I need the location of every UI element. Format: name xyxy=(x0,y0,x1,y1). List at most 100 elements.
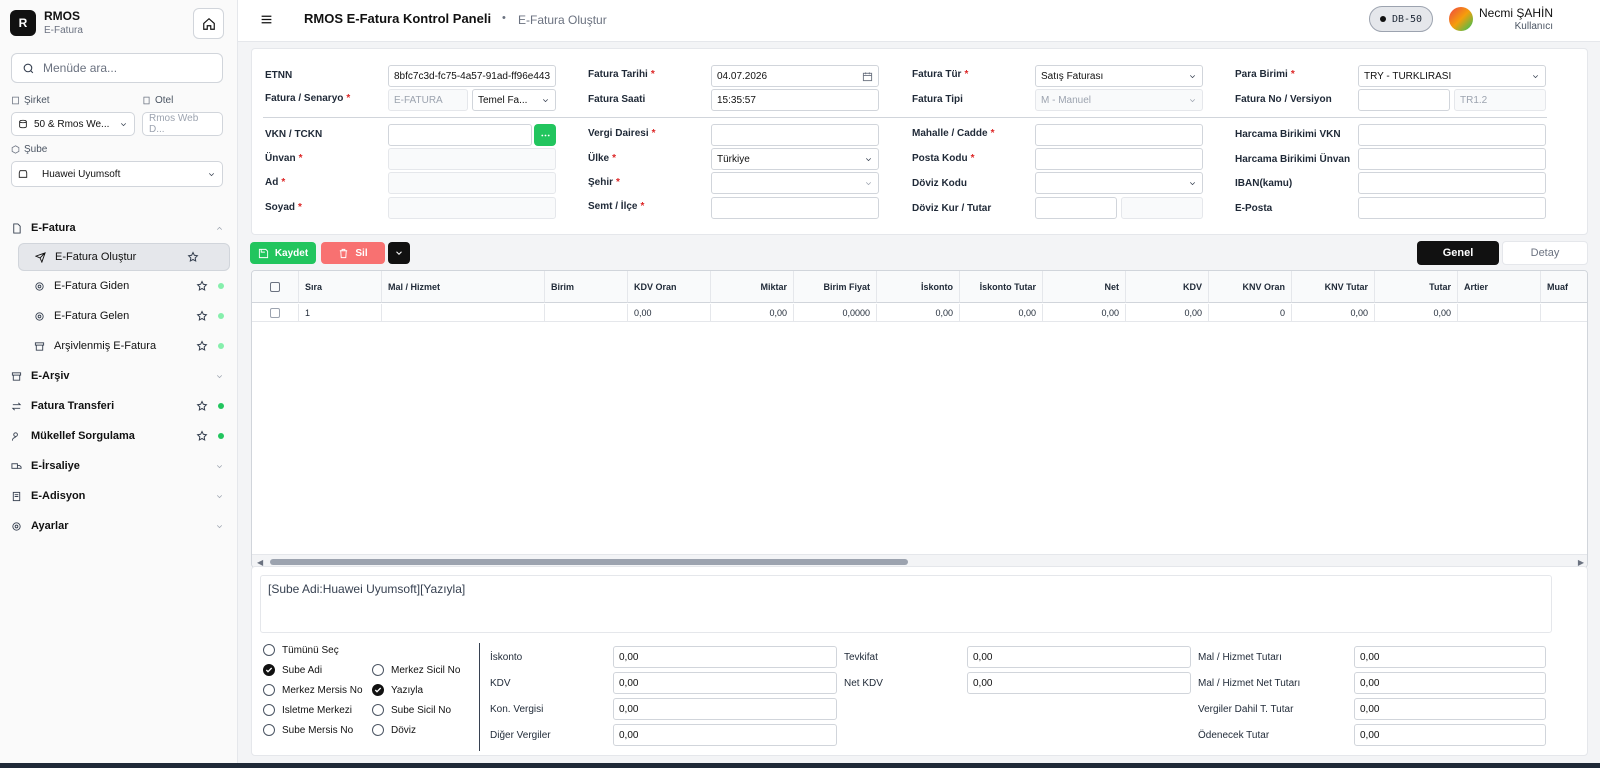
col-birim[interactable]: Birim xyxy=(545,271,628,303)
cell-net[interactable]: 0,00 xyxy=(1043,304,1126,322)
favorite-star-icon[interactable] xyxy=(196,310,208,322)
col-birim-fiyat[interactable]: Birim Fiyat xyxy=(794,271,877,303)
col-kdv-oran[interactable]: KDV Oran xyxy=(628,271,711,303)
favorite-star-icon[interactable] xyxy=(196,340,208,352)
unvan-field xyxy=(388,148,556,170)
col-mal-hizmet[interactable]: Mal / Hizmet xyxy=(382,271,545,303)
senaryo-select[interactable]: Temel Fa... xyxy=(472,89,556,111)
nav-e-arsiv[interactable]: E-Arşiv xyxy=(0,361,238,391)
doviz-select[interactable] xyxy=(1035,172,1203,194)
option-yaziyla[interactable]: Yazıyla xyxy=(372,684,423,696)
etnn-field[interactable]: 8bfc7c3d-fc75-4a57-91ad-ff96e443 xyxy=(388,65,556,87)
col-knv-oran[interactable]: KNV Oran xyxy=(1209,271,1292,303)
total-mal-label: Mal / Hizmet Tutarı xyxy=(1198,652,1282,663)
tutar-field xyxy=(1121,197,1203,219)
kur-field[interactable] xyxy=(1035,197,1117,219)
cell-birim[interactable] xyxy=(545,304,628,322)
hamburger-menu-icon[interactable] xyxy=(260,13,273,29)
fatura-no-field[interactable] xyxy=(1358,89,1450,111)
nav-e-fatura-gelen[interactable]: E-Fatura Gelen xyxy=(0,301,238,331)
scrollbar-thumb[interactable] xyxy=(270,559,908,565)
nav-e-fatura-olustur[interactable]: E-Fatura Oluştur xyxy=(18,243,230,271)
favorite-star-icon[interactable] xyxy=(196,430,208,442)
more-actions-button[interactable] xyxy=(388,242,410,264)
cell-knv-oran[interactable]: 0 xyxy=(1209,304,1292,322)
cell-miktar[interactable]: 0,00 xyxy=(711,304,794,322)
vergi-field[interactable] xyxy=(711,124,879,146)
delete-button[interactable]: Sil xyxy=(321,242,385,264)
nav-e-irsaliye[interactable]: E-İrsaliye xyxy=(0,451,238,481)
nav-e-fatura-giden[interactable]: E-Fatura Giden xyxy=(0,271,238,301)
company-select[interactable]: 50 & Rmos We... xyxy=(11,112,135,136)
saat-field[interactable]: 15:35:57 xyxy=(711,89,879,111)
grid-select-all[interactable] xyxy=(252,271,299,303)
col-sira[interactable]: Sıra xyxy=(299,271,382,303)
iban-field[interactable] xyxy=(1358,172,1546,194)
hunvan-field[interactable] xyxy=(1358,148,1546,170)
save-button[interactable]: Kaydet xyxy=(250,242,316,264)
col-kdv[interactable]: KDV xyxy=(1126,271,1209,303)
option-sube-sicil[interactable]: Sube Sicil No xyxy=(372,704,451,716)
cell-kdv[interactable]: 0,00 xyxy=(1126,304,1209,322)
col-miktar[interactable]: Miktar xyxy=(711,271,794,303)
option-merkez-sicil[interactable]: Merkez Sicil No xyxy=(372,664,460,676)
cell-mal-hizmet[interactable] xyxy=(382,304,545,322)
nav-fatura-transferi[interactable]: Fatura Transferi xyxy=(0,391,238,421)
avatar[interactable] xyxy=(1449,7,1473,31)
favorite-star-icon[interactable] xyxy=(187,251,199,263)
eposta-field[interactable] xyxy=(1358,197,1546,219)
archive-icon xyxy=(11,371,22,381)
col-net[interactable]: Net xyxy=(1043,271,1126,303)
col-muaf[interactable]: Muaf xyxy=(1541,271,1587,303)
vkn-lookup-button[interactable] xyxy=(534,124,556,146)
option-merkez-mersis[interactable]: Merkez Mersis No xyxy=(263,684,363,696)
favorite-star-icon[interactable] xyxy=(196,280,208,292)
nav-e-adisyon[interactable]: E-Adisyon xyxy=(0,481,238,511)
mahalle-field[interactable] xyxy=(1035,124,1203,146)
row-checkbox[interactable] xyxy=(252,304,299,322)
col-iskonto-tutar[interactable]: İskonto Tutar xyxy=(960,271,1043,303)
option-sube-mersis[interactable]: Sube Mersis No xyxy=(263,724,353,736)
unvan-label: Ünvan * xyxy=(265,153,303,164)
col-tutar[interactable]: Tutar xyxy=(1375,271,1458,303)
cell-birim-fiyat[interactable]: 0,0000 xyxy=(794,304,877,322)
nav-arsivlenmis-e-fatura[interactable]: Arşivlenmiş E-Fatura xyxy=(0,331,238,361)
cell-iskonto[interactable]: 0,00 xyxy=(877,304,960,322)
cell-muaf[interactable] xyxy=(1541,304,1587,322)
hvkn-field[interactable] xyxy=(1358,124,1546,146)
tur-select[interactable]: Satış Faturası xyxy=(1035,65,1203,87)
nav-ayarlar[interactable]: Ayarlar xyxy=(0,511,238,541)
tarih-field[interactable]: 04.07.2026 xyxy=(711,65,879,87)
home-button[interactable] xyxy=(193,8,224,39)
cell-kdv-oran[interactable]: 0,00 xyxy=(628,304,711,322)
semt-field[interactable] xyxy=(711,197,879,219)
para-select[interactable]: TRY - TURKLIRASI xyxy=(1358,65,1546,87)
posta-field[interactable] xyxy=(1035,148,1203,170)
col-knv-tutar[interactable]: KNV Tutar xyxy=(1292,271,1375,303)
ulke-select[interactable]: Türkiye xyxy=(711,148,879,170)
col-artier[interactable]: Artier xyxy=(1458,271,1541,303)
vkn-field[interactable] xyxy=(388,124,532,146)
cell-knv-tutar[interactable]: 0,00 xyxy=(1292,304,1375,322)
db-badge[interactable]: DB-50 xyxy=(1369,6,1433,32)
menu-search-input[interactable]: Menüde ara... xyxy=(11,53,223,83)
nav-e-fatura[interactable]: E-Fatura xyxy=(0,213,238,243)
note-textarea[interactable]: [Sube Adi:Huawei Uyumsoft][Yazıyla] xyxy=(260,575,1552,633)
cell-artier[interactable] xyxy=(1458,304,1541,322)
sehir-select[interactable] xyxy=(711,172,879,194)
cell-tutar[interactable]: 0,00 xyxy=(1375,304,1458,322)
tab-genel[interactable]: Genel xyxy=(1417,241,1499,265)
option-isletme-merkezi[interactable]: Isletme Merkezi xyxy=(263,704,352,716)
cell-sira[interactable]: 1 xyxy=(299,304,382,322)
tab-detay[interactable]: Detay xyxy=(1502,241,1588,265)
option-sube-adi[interactable]: Sube Adi xyxy=(263,664,322,676)
semt-label: Semt / İlçe * xyxy=(588,201,645,212)
option-doviz[interactable]: Döviz xyxy=(372,724,416,736)
hotel-select[interactable]: Rmos Web D... xyxy=(142,112,223,136)
cell-iskonto-tutar[interactable]: 0,00 xyxy=(960,304,1043,322)
option-tumunu-sec[interactable]: Tümünü Seç xyxy=(263,644,339,656)
col-iskonto[interactable]: İskonto xyxy=(877,271,960,303)
branch-select[interactable]: Huawei Uyumsoft xyxy=(11,161,223,187)
nav-mukellef-sorgulama[interactable]: Mükellef Sorgulama xyxy=(0,421,238,451)
favorite-star-icon[interactable] xyxy=(196,400,208,412)
